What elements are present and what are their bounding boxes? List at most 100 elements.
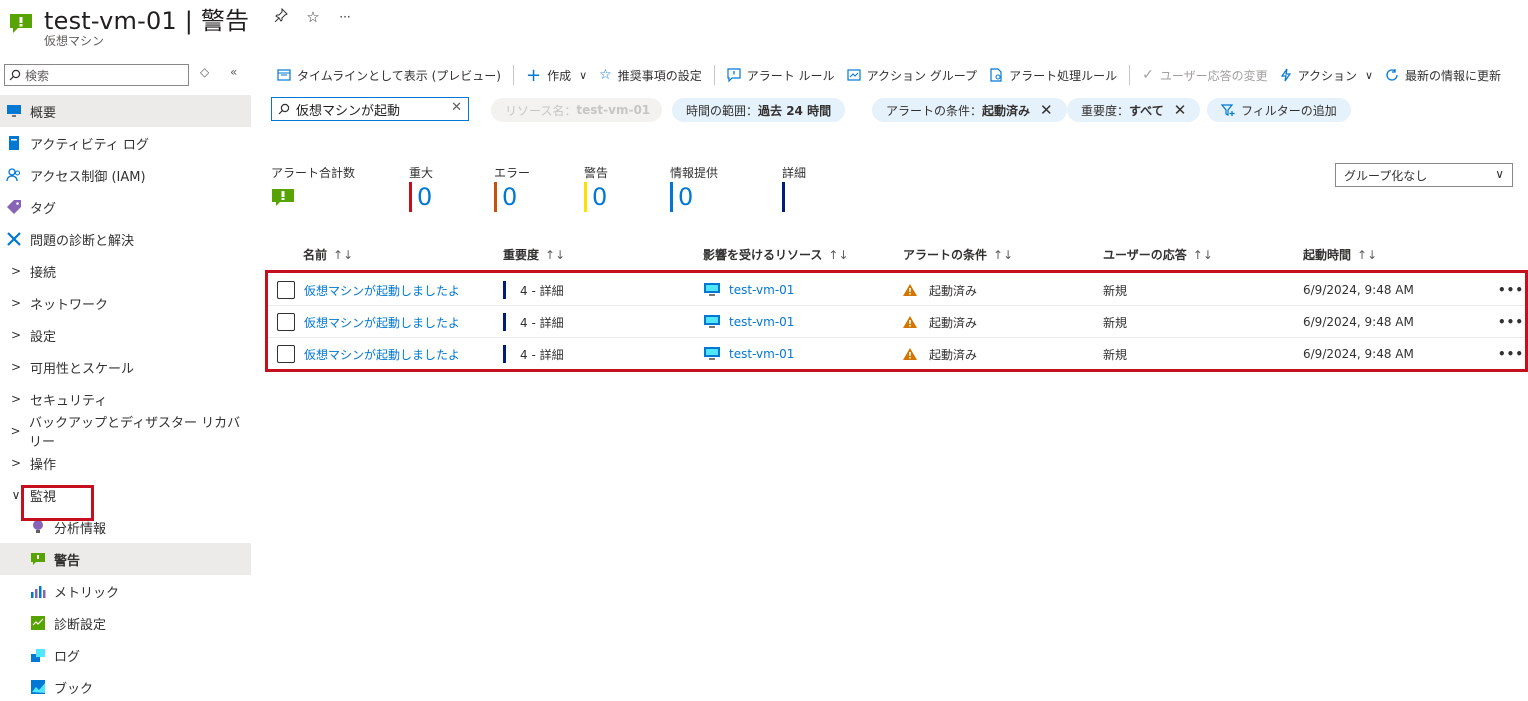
collapse-icon[interactable]: « [230,65,237,79]
filter-pill-time-range[interactable]: 時間の範囲： 過去 24 時間 [672,98,846,122]
column-header-condition[interactable]: アラートの条件 ↑↓ [903,246,1013,263]
summary-informational[interactable]: 情報提供 0 [670,164,718,212]
filter-resource-value: test-vm-01 [576,103,651,117]
sidebar-item-logs[interactable]: ログ [0,639,251,671]
sidebar-item-diagnose[interactable]: 問題の診断と解決 [0,223,251,255]
refresh-icon [1385,68,1399,82]
sidebar-item-diagnostic-settings[interactable]: 診断設定 [0,607,251,639]
page-title: test-vm-01 | 警告 [44,7,250,35]
sidebar-item-alerts[interactable]: 警告 [0,543,251,575]
severity-bar [584,182,587,212]
chevron-down-icon: ∨ [1495,167,1504,181]
timeline-view-button[interactable]: タイムラインとして表示 (プレビュー) [271,61,507,89]
processing-rule-icon [989,68,1003,82]
sidebar-item-tags[interactable]: タグ [0,191,251,223]
sidebar-item-workbooks[interactable]: ブック [0,671,251,701]
filter-time-value: 過去 24 時間 [758,103,832,118]
star-icon[interactable]: ☆ [302,6,324,28]
chevron-right-icon: > [10,424,21,438]
alert-search-input[interactable]: 仮想マシンが起動 ✕ [271,97,469,121]
action-button[interactable]: アクション ∨ [1274,61,1379,89]
column-header-label: 起動時間 [1303,248,1352,262]
toolbar-divider [713,65,715,85]
column-header-resource[interactable]: 影響を受けるリソース ↑↓ [703,246,849,263]
refresh-button[interactable]: 最新の情報に更新 [1379,61,1507,89]
change-user-response-label: ユーザー応答の変更 [1159,68,1268,83]
sidebar-item-overview[interactable]: 概要 [0,95,251,127]
more-icon[interactable]: ··· [334,6,356,28]
sidebar-search-placeholder: 検索 [25,68,50,83]
sort-icon: ↑↓ [1192,248,1213,262]
column-header-severity[interactable]: 重要度 ↑↓ [503,246,565,263]
search-icon [9,69,21,81]
sidebar-item-availability[interactable]: > 可用性とスケール [0,351,251,383]
alert-rule-icon [727,68,741,82]
summary-error[interactable]: エラー 0 [494,164,530,212]
pin-icon[interactable] [270,6,292,28]
checkmark-icon: ✓ [1142,67,1154,83]
group-by-value: グループ化なし [1344,168,1428,183]
column-header-user-response[interactable]: ユーザーの応答 ↑↓ [1103,246,1213,263]
recommendations-button[interactable]: ☆ 推奨事項の設定 [593,61,708,89]
sidebar-item-label: 接続 [30,265,57,281]
sidebar-item-label: ログ [54,649,81,665]
alert-rule-label: アラート ルール [746,68,835,83]
summary-informational-count: 0 [678,183,694,211]
sidebar-item-network[interactable]: > ネットワーク [0,287,251,319]
column-header-fired-time[interactable]: 起動時間 ↑↓ [1303,246,1377,263]
processing-rule-button[interactable]: アラート処理ルール [983,61,1123,89]
add-filter-button[interactable]: フィルターの追加 [1207,98,1351,122]
diagnostic-settings-icon [30,615,46,631]
highlight-box-sidebar-alerts [21,485,94,521]
summary-error-count: 0 [502,183,518,211]
chevron-right-icon: > [10,264,22,278]
sidebar-item-label: メトリック [54,585,120,601]
filter-pill-severity[interactable]: 重要度： すべて ✕ [1067,98,1201,122]
timeline-view-label: タイムラインとして表示 (プレビュー) [297,68,501,83]
filter-pill-condition[interactable]: アラートの条件： 起動済み ✕ [872,98,1067,122]
sidebar-item-metrics[interactable]: メトリック [0,575,251,607]
summary-warning[interactable]: 警告 0 [584,164,608,212]
clear-search-icon[interactable]: ✕ [451,100,462,115]
lightbulb-icon [30,519,46,535]
sidebar-item-operations[interactable]: > 操作 [0,447,251,479]
sidebar-item-label: アクティビティ ログ [30,137,149,153]
sidebar-item-security[interactable]: > セキュリティ [0,383,251,415]
severity-bar [409,182,412,212]
lightning-icon [1280,68,1292,82]
processing-rule-label: アラート処理ルール [1009,68,1118,83]
sidebar-search-input[interactable]: 検索 [4,64,189,86]
change-user-response-button[interactable]: ✓ ユーザー応答の変更 [1136,61,1274,89]
sidebar-item-activity-log[interactable]: アクティビティ ログ [0,127,251,159]
severity-bar [782,182,785,212]
column-header-name[interactable]: 名前 ↑↓ [303,246,353,263]
sidebar-item-settings[interactable]: > 設定 [0,319,251,351]
remove-filter-icon[interactable]: ✕ [1040,101,1053,119]
sidebar-item-label: ブック [54,681,94,697]
alert-icon [8,10,34,36]
column-header-label: 重要度 [503,248,540,262]
action-group-label: アクション グループ [866,68,978,83]
filter-severity-value: すべて [1129,103,1164,118]
sidebar-item-iam[interactable]: アクセス制御 (IAM) [0,159,251,191]
filter-time-label: 時間の範囲： [686,103,759,118]
summary-critical-count: 0 [417,183,433,211]
sidebar-item-label: アクセス制御 (IAM) [30,169,146,185]
column-header-label: アラートの条件 [903,248,988,262]
add-filter-label: フィルターの追加 [1241,103,1337,118]
remove-filter-icon[interactable]: ✕ [1174,101,1187,119]
toolbar-divider [512,65,514,85]
summary-critical[interactable]: 重大 0 [409,164,433,212]
sidebar-item-label: 設定 [30,329,57,345]
severity-bar [494,182,497,212]
sidebar-item-connect[interactable]: > 接続 [0,255,251,287]
sidebar-item-backup[interactable]: > バックアップとディザスター リカバリー [0,415,251,450]
sort-icon: ↑↓ [333,248,354,262]
create-button[interactable]: + 作成 ∨ [520,61,593,89]
alert-rule-button[interactable]: アラート ルール [721,61,841,89]
action-group-button[interactable]: アクション グループ [841,61,984,89]
group-by-select[interactable]: グループ化なし ∨ [1335,163,1513,187]
sort-icon[interactable]: ◇ [200,65,209,79]
summary-verbose[interactable]: 詳細 [782,164,806,212]
filter-condition-label: アラートの条件： [886,103,983,118]
